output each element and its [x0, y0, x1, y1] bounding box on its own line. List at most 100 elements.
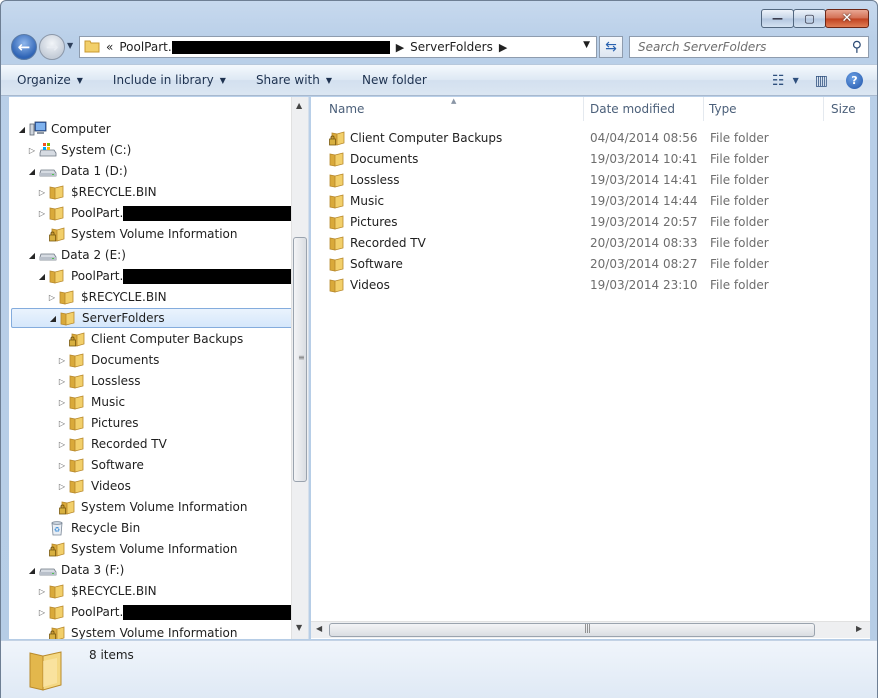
tree-item[interactable]: ▷ $RECYCLE.BIN: [37, 182, 157, 202]
expand-arrow-icon[interactable]: ▷: [47, 293, 57, 302]
tree-item[interactable]: ♻ Recycle Bin: [37, 518, 140, 538]
folder-icon: [27, 647, 67, 694]
search-input[interactable]: [636, 39, 846, 55]
collapse-arrow-icon[interactable]: ◢: [17, 125, 27, 134]
expand-arrow-icon[interactable]: ▷: [27, 146, 37, 155]
back-button[interactable]: ←: [11, 34, 37, 60]
tree-item[interactable]: Client Computer Backups: [57, 329, 243, 349]
expand-arrow-icon[interactable]: ▷: [57, 377, 67, 386]
collapse-arrow-icon[interactable]: ◢: [37, 272, 47, 281]
file-row[interactable]: Recorded TV 20/03/2014 08:33 File folder: [325, 233, 865, 253]
chevron-right-icon[interactable]: ▶: [396, 41, 404, 54]
refresh-button[interactable]: ⇆: [599, 36, 623, 58]
maximize-button[interactable]: ▢: [793, 9, 826, 28]
expand-arrow-icon[interactable]: ▷: [57, 461, 67, 470]
expand-arrow-icon[interactable]: ▷: [37, 608, 47, 617]
help-icon[interactable]: ?: [846, 72, 863, 89]
column-divider[interactable]: [583, 97, 584, 121]
expand-arrow-icon[interactable]: ▷: [37, 587, 47, 596]
column-header-date[interactable]: Date modified: [590, 97, 675, 121]
tree-item[interactable]: ◢ Data 3 (F:): [27, 560, 124, 580]
scroll-thumb[interactable]: ≡: [293, 237, 307, 482]
collapse-arrow-icon[interactable]: ◢: [48, 314, 58, 323]
tree-item[interactable]: ▷ Music: [57, 392, 125, 412]
share-with-button[interactable]: Share with ▼: [256, 73, 332, 87]
search-icon[interactable]: ⚲: [852, 39, 862, 55]
address-overflow[interactable]: «: [106, 40, 113, 54]
tree-item[interactable]: ▷ Software: [57, 455, 144, 475]
expand-arrow-icon[interactable]: ▷: [57, 440, 67, 449]
column-header-name[interactable]: Name: [329, 97, 364, 121]
column-header-type[interactable]: Type: [709, 97, 737, 121]
file-row[interactable]: Documents 19/03/2014 10:41 File folder: [325, 149, 865, 169]
address-dropdown-icon[interactable]: ▼: [583, 40, 590, 50]
tree-item[interactable]: ◢ Computer: [17, 119, 111, 139]
column-divider[interactable]: [823, 97, 824, 121]
collapse-arrow-icon[interactable]: ◢: [27, 167, 37, 176]
locked-folder-icon: [59, 499, 77, 515]
expand-arrow-icon[interactable]: ▷: [57, 482, 67, 491]
file-row[interactable]: Videos 19/03/2014 23:10 File folder: [325, 275, 865, 295]
tree-item[interactable]: ▷ Lossless: [57, 371, 141, 391]
expand-arrow-icon[interactable]: ▷: [57, 356, 67, 365]
scroll-up-icon[interactable]: ▲: [296, 101, 302, 110]
file-row[interactable]: Music 19/03/2014 14:44 File folder: [325, 191, 865, 211]
view-dropdown-icon[interactable]: ▼: [793, 76, 799, 85]
nav-vertical-scrollbar[interactable]: ▲ ≡ ▼: [291, 97, 308, 639]
address-bar[interactable]: « PoolPart. ▶ ServerFolders ▶ ▼: [79, 36, 597, 58]
collapse-arrow-icon[interactable]: ◢: [27, 251, 37, 260]
file-list-pane[interactable]: ▲ Name Date modified Type Size Client Co…: [311, 97, 870, 639]
minimize-button[interactable]: —: [761, 9, 794, 28]
tree-item[interactable]: ◢ Data 2 (E:): [27, 245, 126, 265]
tree-item[interactable]: ▷ $RECYCLE.BIN: [37, 581, 157, 601]
file-row[interactable]: Software 20/03/2014 08:27 File folder: [325, 254, 865, 274]
file-list-horizontal-scrollbar[interactable]: ◀ ||| ▶: [311, 621, 870, 638]
include-in-library-button[interactable]: Include in library ▼: [113, 73, 226, 87]
column-header-size[interactable]: Size: [831, 97, 856, 121]
file-row[interactable]: Lossless 19/03/2014 14:41 File folder: [325, 170, 865, 190]
scroll-left-icon[interactable]: ◀: [316, 624, 322, 633]
tree-item[interactable]: ▷ System (C:): [27, 140, 131, 160]
locked-folder-icon: [49, 625, 67, 639]
tree-item[interactable]: ◢ Data 1 (D:): [27, 161, 128, 181]
organize-button[interactable]: Organize ▼: [17, 73, 83, 87]
tree-item[interactable]: ▷ Documents: [57, 350, 159, 370]
expand-arrow-icon[interactable]: ▷: [37, 188, 47, 197]
folder-icon: [329, 151, 345, 170]
tree-item[interactable]: System Volume Information: [37, 224, 237, 244]
navigation-pane[interactable]: ◢ Computer ▷ System (C:) ◢ Data 1 (D:) ▷ $RECYC…: [9, 97, 309, 639]
collapse-arrow-icon[interactable]: ◢: [27, 566, 37, 575]
expand-arrow-icon[interactable]: ▷: [57, 419, 67, 428]
address-segment-poolpart[interactable]: PoolPart.: [119, 40, 171, 54]
file-row[interactable]: Pictures 19/03/2014 20:57 File folder: [325, 212, 865, 232]
scroll-right-icon[interactable]: ▶: [856, 624, 862, 633]
tree-item[interactable]: ▷ $RECYCLE.BIN: [47, 287, 167, 307]
tree-item[interactable]: System Volume Information: [37, 623, 237, 639]
tree-item[interactable]: ◢ ServerFolders: [11, 308, 293, 328]
tree-item[interactable]: System Volume Information: [47, 497, 247, 517]
tree-item[interactable]: ▷ Videos: [57, 476, 131, 496]
tree-item[interactable]: ▷ PoolPart.: [37, 602, 300, 622]
new-folder-button[interactable]: New folder: [362, 73, 427, 87]
expand-arrow-icon[interactable]: ▷: [57, 398, 67, 407]
chevron-right-icon[interactable]: ▶: [499, 41, 507, 54]
tree-item[interactable]: System Volume Information: [37, 539, 237, 559]
forward-button[interactable]: →: [39, 34, 65, 60]
preview-pane-icon[interactable]: ▥: [815, 73, 828, 89]
tree-item[interactable]: ◢ PoolPart.: [37, 266, 300, 286]
tree-item[interactable]: ▷ PoolPart.: [37, 203, 300, 223]
scroll-thumb[interactable]: |||: [329, 623, 815, 637]
folder-icon: [329, 277, 345, 296]
search-box[interactable]: ⚲: [629, 36, 869, 58]
expand-arrow-icon[interactable]: ▷: [37, 209, 47, 218]
recent-pages-dropdown[interactable]: ▼: [67, 41, 73, 50]
address-segment-serverfolders[interactable]: ServerFolders: [410, 40, 493, 54]
file-row[interactable]: Client Computer Backups 04/04/2014 08:56 F…: [325, 128, 865, 148]
close-button[interactable]: ✕: [825, 9, 869, 28]
change-view-icon[interactable]: ☷: [772, 73, 785, 89]
scroll-down-icon[interactable]: ▼: [296, 623, 302, 632]
tree-item[interactable]: ▷ Recorded TV: [57, 434, 167, 454]
column-divider[interactable]: [703, 97, 704, 121]
file-date-modified: 19/03/2014 14:41: [590, 173, 698, 187]
tree-item[interactable]: ▷ Pictures: [57, 413, 139, 433]
